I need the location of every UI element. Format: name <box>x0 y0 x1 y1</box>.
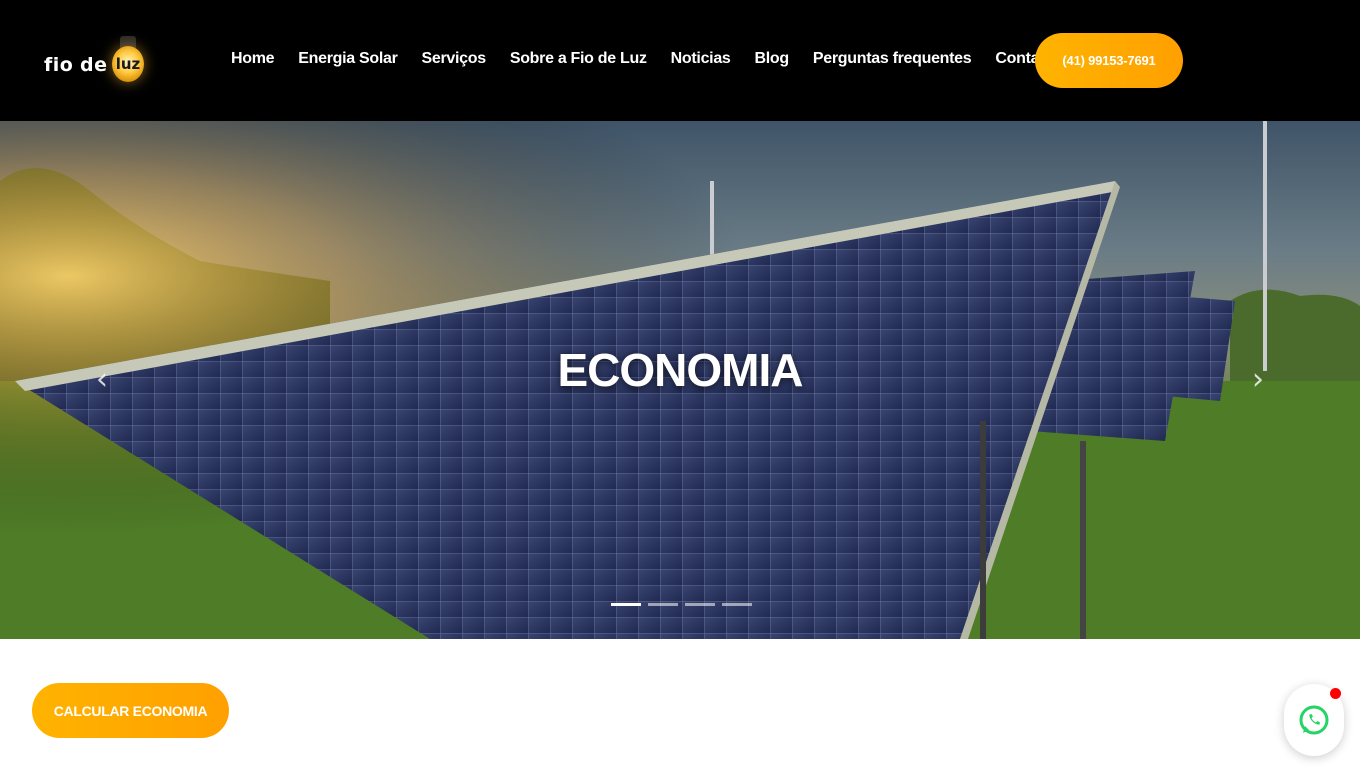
carousel-indicator[interactable] <box>611 603 641 606</box>
hero-title: ECONOMIA <box>557 344 804 396</box>
nav-item-blog[interactable]: Blog <box>755 50 790 72</box>
hero-carousel: ECONOMIA ‹ › <box>0 121 1360 639</box>
calculate-savings-button[interactable]: CALCULAR ECONOMIA <box>32 683 229 738</box>
chevron-left-icon[interactable]: ‹ <box>90 365 114 395</box>
chevron-right-icon[interactable]: › <box>1246 365 1270 395</box>
logo[interactable]: fio de luz <box>44 28 164 92</box>
nav-item-noticias[interactable]: Noticias <box>671 50 731 72</box>
carousel-indicators <box>611 603 752 606</box>
nav-item-servicos[interactable]: Serviços <box>422 50 487 72</box>
logo-word-luz: luz <box>115 55 141 73</box>
whatsapp-icon <box>1299 705 1329 735</box>
phone-button[interactable]: (41) 99153-7691 <box>1035 33 1183 88</box>
site-header: fio de luz Home Energia Solar Serviços S… <box>0 0 1360 121</box>
logo-word-fio: fio <box>44 54 74 76</box>
logo-word-de: de <box>80 54 108 76</box>
nav-item-sobre[interactable]: Sobre a Fio de Luz <box>510 50 647 72</box>
light-bulb-icon: luz <box>110 36 146 86</box>
nav-item-energia-solar[interactable]: Energia Solar <box>298 50 398 72</box>
carousel-indicator[interactable] <box>685 603 715 606</box>
carousel-indicator[interactable] <box>648 603 678 606</box>
carousel-indicator[interactable] <box>722 603 752 606</box>
notification-dot <box>1330 688 1341 699</box>
nav-item-home[interactable]: Home <box>231 50 275 72</box>
nav-item-perguntas[interactable]: Perguntas frequentes <box>813 50 972 72</box>
main-nav: Home Energia Solar Serviços Sobre a Fio … <box>231 50 1078 72</box>
